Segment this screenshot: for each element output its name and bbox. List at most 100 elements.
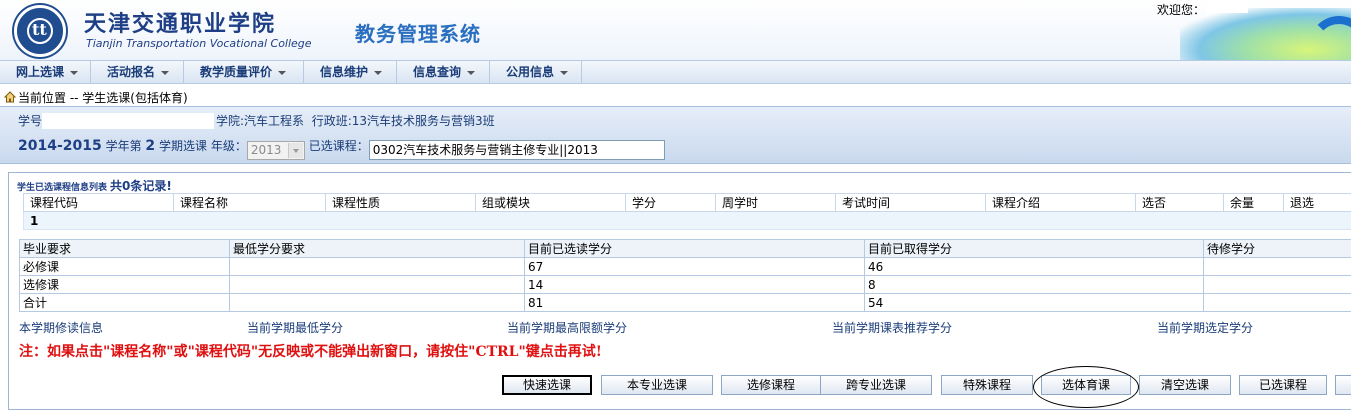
college-name-en: Tianjin Transportation Vocational Colleg… — [86, 37, 312, 50]
student-info-row: 学号 学院:汽车工程系 行政班:13汽车技术服务与营销3班 — [18, 112, 495, 129]
clear-selection-button[interactable]: 清空选课 — [1139, 375, 1231, 395]
nav-label: 教学质量评价 — [200, 65, 273, 79]
nav-label: 活动报名 — [107, 65, 156, 79]
home-icon — [4, 91, 16, 103]
table-cell — [229, 257, 525, 276]
column-header[interactable]: 课程代码 — [23, 193, 174, 212]
column-header: 最低学分要求 — [229, 239, 525, 258]
main-nav: 网上选课 活动报名 教学质量评价 信息维护 信息查询 公用信息 — [0, 60, 1351, 84]
table-row: 选修课 14 8 — [19, 275, 1351, 294]
table-cell — [1203, 275, 1351, 294]
cross-major-select-button[interactable]: 跨专业选课 — [820, 375, 932, 395]
nav-label: 信息维护 — [320, 65, 369, 79]
table-cell: 8 — [864, 275, 1204, 294]
nav-public-info[interactable]: 公用信息 — [490, 61, 582, 83]
table-cell: 选修课 — [19, 275, 230, 294]
table-cell: 必修课 — [19, 257, 230, 276]
nav-label: 公用信息 — [506, 65, 555, 79]
table-cell — [229, 275, 525, 294]
column-header: 退选 — [1283, 193, 1351, 212]
nav-info-maintenance[interactable]: 信息维护 — [304, 61, 397, 83]
location-path: -- 学生选课(包括体育) — [66, 91, 188, 105]
chevron-down-icon — [70, 70, 79, 75]
term-selected-credit-label: 当前学期选定学分 — [1157, 321, 1254, 335]
college-name-cn: 天津交通职业学院 — [84, 11, 277, 37]
record-count: 共0条记录! — [110, 179, 172, 193]
chevron-down-icon — [161, 70, 170, 75]
table-cell — [1203, 257, 1351, 276]
pe-courses-button[interactable]: 选体育课 — [1041, 375, 1131, 395]
table-cell: 54 — [864, 293, 1204, 312]
grade-select[interactable]: 2013 — [246, 141, 305, 160]
college-logo: tt — [14, 5, 66, 57]
column-header: 目前已选读学分 — [524, 239, 865, 258]
nav-teaching-evaluation[interactable]: 教学质量评价 — [184, 61, 304, 83]
nav-info-query[interactable]: 信息查询 — [397, 61, 490, 83]
term-credit-labels: 本学期修读信息 当前学期最低学分 当前学期最高限额学分 当前学期课表推荐学分 当… — [19, 319, 1351, 335]
credit-summary-table: 毕业要求 最低学分要求 目前已选读学分 目前已取得学分 待修学分 必修课 67 … — [19, 239, 1351, 312]
selected-courses-button[interactable]: 已选课程 — [1239, 375, 1327, 395]
student-info-panel: 学号 学院:汽车工程系 行政班:13汽车技术服务与营销3班 2014-2015 学… — [0, 106, 1351, 164]
term-suffix: 学期选课 — [159, 139, 208, 153]
system-title: 教务管理系统 — [355, 22, 481, 46]
academic-year: 2014-2015 — [18, 138, 102, 154]
column-header: 周学时 — [715, 193, 836, 212]
grade-label: 年级： — [210, 139, 247, 153]
list-caption-title: 学生已选课程信息列表 — [17, 183, 108, 193]
selected-courses-label: 已选课程： — [308, 139, 369, 153]
selected-courses-field[interactable]: 0302汽车技术服务与营销主修专业||2013 — [368, 140, 665, 160]
table-row: 合计 81 54 — [19, 293, 1351, 312]
term-recommended-credit-label: 当前学期课表推荐学分 — [832, 321, 953, 335]
notice-text: 注：如果点击"课程名称"或"课程代码"无反映或不能弹出新窗口，请按住"CTRL"… — [19, 344, 602, 360]
term-row: 2014-2015 学年第 2 学期选课 年级： 2013 已选课程： 0302汽车… — [18, 137, 665, 160]
table-header-row: 课程代码 课程名称 课程性质 组或模块 学分 周学时 考试时间 课程介绍 选否 … — [23, 193, 1351, 212]
term-study-info-label: 本学期修读信息 — [19, 321, 104, 335]
chevron-down-icon — [287, 143, 303, 158]
student-college: 学院:汽车工程系 — [216, 114, 305, 128]
table-cell — [1203, 293, 1351, 312]
term-max-credit-label: 当前学期最高限额学分 — [507, 321, 628, 335]
column-header: 选否 — [1135, 193, 1224, 212]
table-cell: 81 — [524, 293, 865, 312]
header-decoration — [1180, 8, 1351, 76]
location-prefix: 当前位置 — [18, 91, 67, 105]
quick-select-button[interactable]: 快速选课 — [502, 375, 592, 395]
column-header: 目前已取得学分 — [864, 239, 1204, 258]
special-courses-button[interactable]: 特殊课程 — [941, 375, 1033, 395]
page-number[interactable]: 1 — [23, 211, 1351, 230]
student-id-value — [42, 113, 215, 129]
welcome-user-name — [1206, 2, 1248, 13]
table-cell — [229, 293, 525, 312]
major-select-button[interactable]: 本专业选课 — [601, 375, 713, 395]
nav-label: 网上选课 — [16, 65, 65, 79]
table-cell: 合计 — [19, 293, 230, 312]
elective-courses-button[interactable]: 选修课程 — [721, 375, 821, 395]
column-header: 考试时间 — [835, 193, 986, 212]
student-id-label: 学号 — [18, 114, 43, 128]
student-class: 行政班:13汽车技术服务与营销3班 — [311, 114, 495, 128]
table-cell: 14 — [524, 275, 865, 294]
header: tt 天津交通职业学院 Tianjin Transportation Vocat… — [0, 0, 1351, 76]
chevron-down-icon — [278, 70, 287, 75]
column-header[interactable]: 课程名称 — [173, 193, 326, 212]
column-header: 课程介绍 — [985, 193, 1136, 212]
chevron-down-icon — [467, 70, 476, 75]
more-button[interactable] — [1335, 375, 1351, 395]
table-header-row: 毕业要求 最低学分要求 目前已选读学分 目前已取得学分 待修学分 — [19, 239, 1351, 258]
column-header: 毕业要求 — [19, 239, 230, 258]
nav-activity-signup[interactable]: 活动报名 — [91, 61, 184, 83]
list-caption: 学生已选课程信息列表 共0条记录! — [17, 177, 172, 194]
chevron-down-icon — [374, 70, 383, 75]
column-header: 余量 — [1223, 193, 1284, 212]
table-cell: 46 — [864, 257, 1204, 276]
course-panel: 学生已选课程信息列表 共0条记录! 课程代码 课程名称 课程性质 组或模块 学分 … — [8, 172, 1351, 410]
nav-online-course-selection[interactable]: 网上选课 — [0, 61, 91, 83]
table-cell: 67 — [524, 257, 865, 276]
breadcrumb: 当前位置 -- 学生选课(包括体育) — [4, 89, 188, 105]
column-header: 待修学分 — [1203, 239, 1351, 258]
selected-courses-table: 课程代码 课程名称 课程性质 组或模块 学分 周学时 考试时间 课程介绍 选否 … — [23, 193, 1351, 230]
academic-year-suffix: 学年第 — [105, 139, 142, 153]
table-row: 必修课 67 46 — [19, 257, 1351, 276]
term-number: 2 — [145, 138, 156, 154]
chevron-down-icon — [560, 70, 569, 75]
